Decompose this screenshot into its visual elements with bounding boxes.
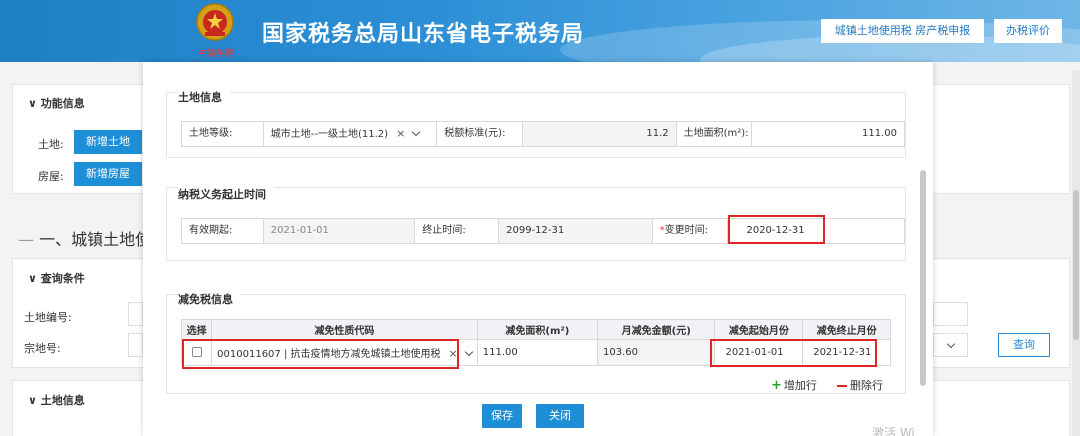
add-row-button[interactable]: + 增加行 xyxy=(771,377,817,393)
grade-value: 城市土地--一级土地(11.2) xyxy=(270,129,389,140)
house-label: 房屋: xyxy=(38,170,64,183)
grade-label: 土地等级: xyxy=(182,122,264,146)
land-label: 土地: xyxy=(38,138,64,151)
tax-period-heading: 纳税义务起止时间 xyxy=(178,186,274,202)
bg-input-right-1[interactable] xyxy=(933,302,968,326)
relief-heading: 减免税信息 xyxy=(178,291,241,307)
land-info-section: 土地信息 土地等级: 城市土地--一级土地(11.2) × 税额标准(元): 11… xyxy=(166,89,906,158)
end-value: 2099-12-31 xyxy=(499,219,653,243)
site-header: 中國稅務 国家税务总局山东省电子税务局 城镇土地使用税 房产税申报 办税评价 xyxy=(0,0,1080,62)
rate-value: 11.2 xyxy=(523,122,677,146)
minus-icon xyxy=(837,385,847,387)
col-code: 减免性质代码 xyxy=(211,319,478,340)
query-button[interactable]: 查询 xyxy=(998,333,1050,357)
end-label: 终止时间: xyxy=(415,219,500,243)
land-no-input[interactable] xyxy=(128,302,143,326)
relief-area-input[interactable]: 111.00 xyxy=(476,339,598,366)
site-title: 国家税务总局山东省电子税务局 xyxy=(262,22,585,47)
start-label: 有效期起: xyxy=(182,219,264,243)
delete-row-button[interactable]: 删除行 xyxy=(837,377,883,393)
tax-emblem-icon xyxy=(196,3,234,41)
chevron-down-icon xyxy=(464,347,473,357)
clear-icon[interactable]: × xyxy=(396,127,405,140)
close-button[interactable]: 关闭 xyxy=(536,404,584,428)
parcel-no-input[interactable] xyxy=(128,333,143,357)
watermark: 激活 Wi xyxy=(872,426,915,436)
section-heading: — 一、城镇土地使 xyxy=(18,230,152,249)
col-select: 选择 xyxy=(180,319,213,340)
emblem-text: 中國稅務 xyxy=(196,49,233,59)
chevron-down-icon xyxy=(946,339,956,349)
col-start: 减免起始月份 xyxy=(714,319,804,340)
bg-select-right[interactable] xyxy=(933,333,968,357)
relief-amount: 103.60 xyxy=(596,339,716,366)
chevron-down-icon: ∨ xyxy=(28,272,41,285)
highlight-months xyxy=(710,339,877,367)
change-label: *变更时间: xyxy=(652,219,729,243)
save-button[interactable]: 保存 xyxy=(482,404,522,428)
func-info-title: ∨ 功能信息 xyxy=(28,97,85,110)
add-house-button[interactable]: 新增房屋 xyxy=(74,162,142,186)
land-info-row: 土地等级: 城市土地--一级土地(11.2) × 税额标准(元): 11.2 土地… xyxy=(181,121,905,147)
area-label: 土地面积(m²): xyxy=(676,122,753,146)
chevron-down-icon xyxy=(412,127,421,137)
evaluate-button[interactable]: 办税评价 xyxy=(994,19,1062,43)
parcel-no-label: 宗地号: xyxy=(24,342,61,355)
modal-scrollbar[interactable] xyxy=(920,170,926,386)
col-area: 减免面积(m²) xyxy=(476,319,598,340)
area-input[interactable]: 111.00 xyxy=(752,122,904,146)
page-scrollbar[interactable] xyxy=(1072,70,1080,436)
land-info-heading: 土地信息 xyxy=(178,89,230,105)
plus-icon: + xyxy=(771,378,782,393)
land-no-label: 土地编号: xyxy=(24,311,72,324)
col-amount: 月减免金额(元) xyxy=(596,319,716,340)
chevron-down-icon: ∨ xyxy=(28,97,41,110)
highlight-change-date xyxy=(728,215,825,244)
edit-modal: 土地信息 土地等级: 城市土地--一级土地(11.2) × 税额标准(元): 11… xyxy=(143,62,933,436)
highlight-code xyxy=(182,339,459,369)
query-title: ∨ 查询条件 xyxy=(28,272,85,285)
land-info-title: ∨ 土地信息 xyxy=(28,394,85,407)
tax-declare-button[interactable]: 城镇土地使用税 房产税申报 xyxy=(821,19,984,43)
chevron-down-icon: ∨ xyxy=(28,394,41,407)
rate-label: 税额标准(元): xyxy=(437,122,524,146)
add-land-button[interactable]: 新增土地 xyxy=(74,130,142,154)
start-value: 2021-01-01 xyxy=(263,219,416,243)
grade-select[interactable]: 城市土地--一级土地(11.2) × xyxy=(263,122,438,146)
col-end: 减免终止月份 xyxy=(802,319,891,340)
